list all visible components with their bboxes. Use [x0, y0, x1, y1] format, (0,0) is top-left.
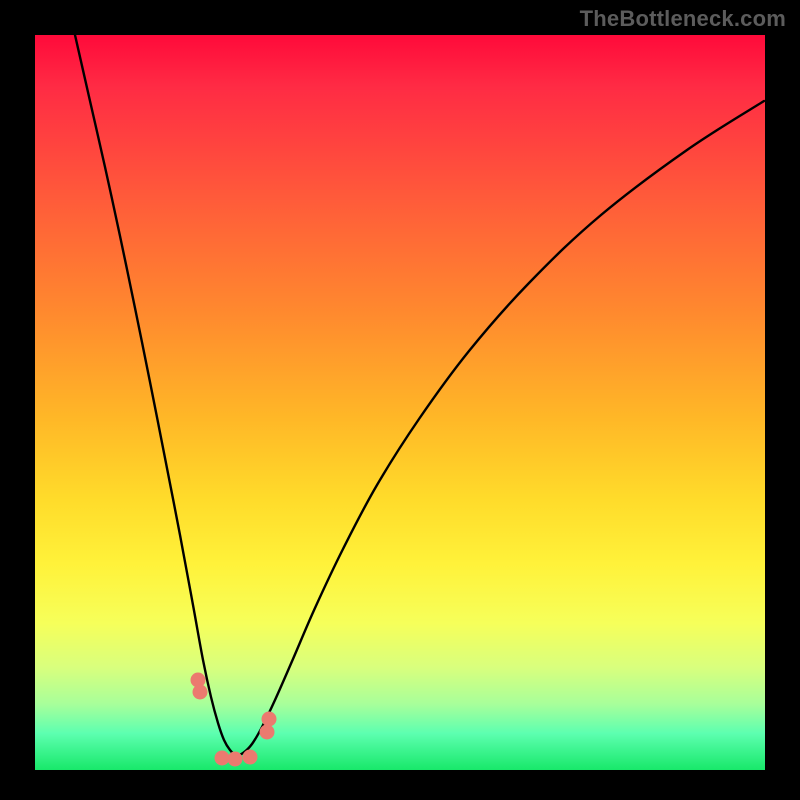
curve-layer [35, 35, 765, 770]
marker-dot [260, 725, 275, 740]
markers-group [191, 673, 277, 767]
marker-dot [228, 752, 243, 767]
marker-dot [243, 750, 258, 765]
marker-dot [193, 685, 208, 700]
watermark-text: TheBottleneck.com [580, 6, 786, 32]
bottleneck-curve [75, 35, 764, 755]
marker-dot [262, 712, 277, 727]
plot-area [35, 35, 765, 770]
marker-dot [215, 751, 230, 766]
frame: TheBottleneck.com [0, 0, 800, 800]
